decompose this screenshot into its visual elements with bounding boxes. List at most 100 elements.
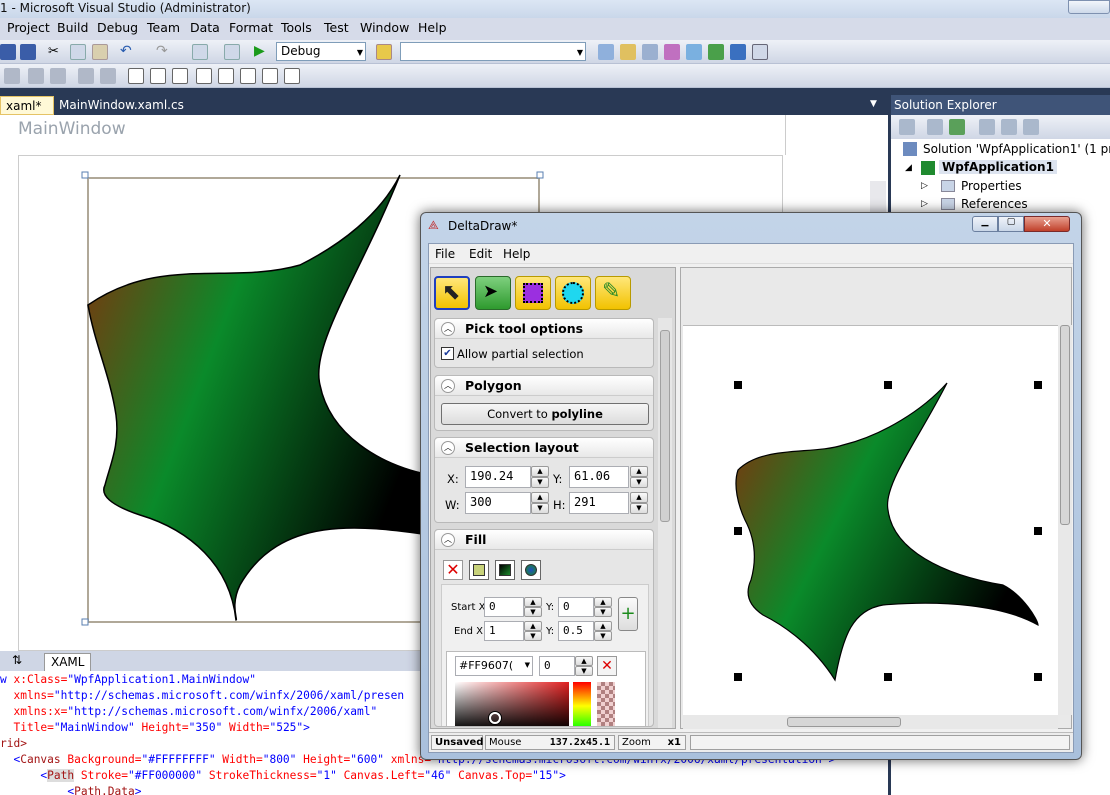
collapse-icon[interactable]: ︿ [441,441,455,455]
properties-icon[interactable] [927,119,943,135]
tab-mainwindow-xaml-cs[interactable]: MainWindow.xaml.cs [54,96,189,115]
resize-handle[interactable] [734,673,742,681]
menu-build[interactable]: Build [57,20,88,35]
w-input[interactable]: 300 [465,492,531,514]
window-close-button[interactable] [1068,0,1110,14]
resize-handle[interactable] [734,527,742,535]
radial-gradient-button[interactable] [521,560,541,580]
end-y-spinner[interactable]: ▲ ▼ [594,621,612,641]
tab-xaml[interactable]: XAML [44,653,92,671]
expand-icon[interactable]: ◢ [905,163,912,173]
minimize-button[interactable]: ▁ [972,216,998,232]
menu-test[interactable]: Test [324,20,349,35]
x-spinner[interactable]: ▲ ▼ [531,466,549,488]
polygon-header[interactable]: ︿ Polygon [435,376,653,396]
end-x-input[interactable]: 1 [484,621,524,641]
undo-icon[interactable]: ↶ [120,43,136,59]
menu-debug[interactable]: Debug [97,20,138,35]
sidebar-scrollbar[interactable] [658,318,672,728]
close-button[interactable]: ✕ [1024,216,1070,232]
canvas-path-shape[interactable] [735,382,1039,682]
allow-partial-checkbox[interactable]: ✔ [441,347,454,360]
hue-slider[interactable] [573,682,591,726]
selection-layout-header[interactable]: ︿ Selection layout [435,438,653,458]
pick-options-header[interactable]: ︿ Pick tool options [435,319,653,339]
menu-window[interactable]: Window [360,20,409,35]
bookmark-icon[interactable] [172,68,188,84]
resize-handle[interactable] [1034,381,1042,389]
align-center-icon[interactable] [28,68,44,84]
menu-team[interactable]: Team [147,20,180,35]
view-designer-icon[interactable] [1001,119,1017,135]
canvas-vscrollbar[interactable] [1058,325,1072,715]
extension-manager-icon[interactable] [730,44,746,60]
menu-tools[interactable]: Tools [281,20,312,35]
menu-project[interactable]: Project [7,20,50,35]
dd-menu-edit[interactable]: Edit [469,247,492,261]
resize-handle[interactable] [1034,673,1042,681]
clear-bookmarks-icon[interactable] [240,68,256,84]
pick-tool-button[interactable]: ⬉ [434,276,470,310]
swap-panes-icon[interactable]: ⇅ [12,653,22,667]
stop-offset-spinner[interactable]: ▲ ▼ [575,656,593,676]
start-x-spinner[interactable]: ▲ ▼ [524,597,542,617]
color-picker-area[interactable] [455,682,569,726]
save-icon[interactable] [0,44,16,60]
class-view-icon[interactable] [664,44,680,60]
resize-handle[interactable] [734,381,742,389]
comment-icon[interactable] [128,68,144,84]
tree-item-project[interactable]: WpfApplication1 [939,160,1057,174]
collapse-icon[interactable]: ︿ [441,379,455,393]
start-x-input[interactable]: 0 [484,597,524,617]
collapse-arrow-icon[interactable]: ▷ [921,199,928,209]
h-spinner[interactable]: ▲ ▼ [630,492,648,514]
prev-bookmark-icon[interactable] [196,68,212,84]
start-y-spinner[interactable]: ▲ ▼ [594,597,612,617]
rectangle-tool-button[interactable] [515,276,551,310]
canvas-hscroll-thumb[interactable] [787,717,901,727]
object-browser-icon[interactable] [642,44,658,60]
save-all-icon[interactable] [20,44,36,60]
paste-icon[interactable] [92,44,108,60]
resize-handle[interactable] [1034,527,1042,535]
end-y-input[interactable]: 0.5 [558,621,594,641]
ellipse-tool-button[interactable] [555,276,591,310]
tree-item-references[interactable]: References [961,197,1028,211]
view-code-icon[interactable] [979,119,995,135]
solution-explorer-icon[interactable] [598,44,614,60]
alpha-slider[interactable] [597,682,615,726]
dd-menu-help[interactable]: Help [503,247,530,261]
dd-menu-file[interactable]: File [435,247,455,261]
menu-data[interactable]: Data [190,20,220,35]
collapse-icon[interactable] [899,119,915,135]
align-bottom-icon[interactable] [100,68,116,84]
copy-icon[interactable] [70,44,86,60]
navigate-backward-icon[interactable] [192,44,208,60]
tree-item-solution[interactable]: Solution 'WpfApplication1' (1 proje [923,142,1110,156]
navigate-forward-icon[interactable] [224,44,240,60]
next-bookmark-folder-icon[interactable] [284,68,300,84]
find-combo[interactable]: ▼ [400,42,586,61]
remove-stop-icon[interactable]: ✕ [597,656,617,676]
end-x-spinner[interactable]: ▲ ▼ [524,621,542,641]
start-page-icon[interactable] [708,44,724,60]
y-spinner[interactable]: ▲ ▼ [630,466,648,488]
designer-path-shape[interactable] [87,174,431,621]
cut-icon[interactable]: ✂ [48,44,64,60]
align-left-icon[interactable] [4,68,20,84]
sidebar-scroll-thumb[interactable] [660,330,670,522]
tab-list-icon[interactable]: ▼ [870,99,877,109]
command-window-icon[interactable] [752,44,768,60]
menu-help[interactable]: Help [418,20,447,35]
resize-handle[interactable] [884,381,892,389]
w-spinner[interactable]: ▲ ▼ [531,492,549,514]
prev-bookmark-folder-icon[interactable] [262,68,278,84]
collapse-icon[interactable]: ︿ [441,533,455,547]
class-diagram-icon[interactable] [1023,119,1039,135]
y-input[interactable]: 61.06 [569,466,629,488]
find-in-files-icon[interactable] [376,44,392,60]
x-input[interactable]: 190.24 [465,466,531,488]
stop-color-combo[interactable]: #FF9607(▼ [455,656,533,676]
tab-mainwindow-xaml[interactable]: xaml* [0,96,54,115]
solution-config-combo[interactable]: Debug ▼ [276,42,366,61]
